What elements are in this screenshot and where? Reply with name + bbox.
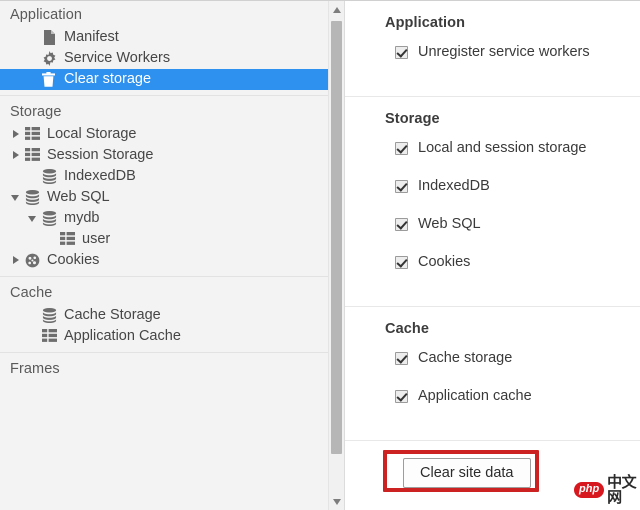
sidebar-item-label: Manifest [64, 29, 119, 45]
sidebar-item-user[interactable]: user [0, 229, 338, 250]
checkbox-checked-icon[interactable] [395, 142, 408, 155]
option-label: Application cache [418, 388, 532, 404]
sidebar-item-label: mydb [64, 210, 100, 226]
sidebar-item-cache-storage[interactable]: Cache Storage [0, 305, 338, 326]
sidebar-item-web-sql[interactable]: Web SQL [0, 187, 338, 208]
database-icon [41, 208, 61, 229]
sidebar-item-label: Cache Storage [64, 307, 161, 323]
tree-group-divider [0, 276, 338, 277]
twisty-closed-icon[interactable] [10, 145, 24, 166]
option-label: Cookies [418, 254, 471, 270]
checkbox-checked-icon[interactable] [395, 390, 408, 403]
option-application-cache[interactable]: Application cache [385, 386, 640, 407]
clear-site-data-button[interactable]: Clear site data [403, 458, 531, 488]
twisty-closed-icon[interactable] [10, 124, 24, 145]
option-local-and-session-storage[interactable]: Local and session storage [385, 138, 640, 159]
option-label: IndexedDB [418, 178, 490, 194]
checkbox-checked-icon[interactable] [395, 180, 408, 193]
sidebar-item-label: Session Storage [47, 147, 154, 163]
tree-group-title-frames: Frames [10, 361, 60, 377]
scrollbar-thumb[interactable] [331, 21, 342, 454]
document-icon [41, 27, 61, 48]
twisty-closed-icon[interactable] [10, 250, 24, 271]
checkbox-checked-icon[interactable] [395, 256, 408, 269]
sidebar-scrollbar[interactable] [328, 1, 344, 510]
watermark-text: 中文网 [607, 473, 637, 506]
application-sidebar: Application Manifest Service Workers Clear … [0, 1, 344, 510]
section-title: Storage [385, 111, 440, 127]
section-storage: Storage Local and session storage IndexedD… [345, 97, 640, 306]
gear-icon [41, 48, 61, 69]
option-indexeddb[interactable]: IndexedDB [385, 176, 640, 197]
option-unregister-service-workers[interactable]: Unregister service workers [385, 42, 640, 63]
tree-group-divider [0, 95, 338, 96]
section-title: Application [385, 15, 466, 31]
option-label: Web SQL [418, 216, 481, 232]
sidebar-item-label: Cookies [47, 252, 100, 268]
table-icon [41, 326, 61, 347]
sidebar-item-mydb[interactable]: mydb [0, 208, 338, 229]
sidebar-item-label: Web SQL [47, 189, 110, 205]
sidebar-item-local-storage[interactable]: Local Storage [0, 124, 338, 145]
sidebar-item-label: Clear storage [64, 71, 152, 87]
sidebar-item-manifest[interactable]: Manifest [0, 27, 338, 48]
tree-group-divider [0, 352, 338, 353]
clear-storage-detail-panel: Application Unregister service workers Sto… [344, 1, 640, 510]
option-web-sql[interactable]: Web SQL [385, 214, 640, 235]
trash-icon [41, 69, 61, 90]
cookie-icon [24, 250, 44, 271]
tree-group-title-application: Application [10, 7, 83, 23]
database-icon [24, 187, 44, 208]
sidebar-item-label: Local Storage [47, 126, 137, 142]
checkbox-checked-icon[interactable] [395, 352, 408, 365]
option-cache-storage[interactable]: Cache storage [385, 348, 640, 369]
tree-group-title-cache: Cache [10, 285, 53, 301]
sidebar-item-label: Application Cache [64, 328, 181, 344]
watermark-php-badge: php [574, 482, 605, 498]
table-icon [24, 145, 44, 166]
sidebar-item-clear-storage[interactable]: Clear storage [0, 69, 338, 90]
table-icon [24, 124, 44, 145]
sidebar-item-application-cache[interactable]: Application Cache [0, 326, 338, 347]
twisty-open-icon[interactable] [27, 208, 41, 229]
sidebar-item-service-workers[interactable]: Service Workers [0, 48, 338, 69]
sidebar-item-label: user [82, 231, 111, 247]
devtools-application-panel: Application Manifest Service Workers Clear … [0, 0, 640, 510]
sidebar-item-session-storage[interactable]: Session Storage [0, 145, 338, 166]
sidebar-item-indexeddb[interactable]: IndexedDB [0, 166, 338, 187]
option-label: Local and session storage [418, 140, 587, 156]
option-cookies[interactable]: Cookies [385, 252, 640, 273]
checkbox-checked-icon[interactable] [395, 218, 408, 231]
section-title: Cache [385, 321, 430, 337]
database-icon [41, 166, 61, 187]
option-label: Cache storage [418, 350, 513, 366]
twisty-open-icon[interactable] [10, 187, 24, 208]
sidebar-item-label: Service Workers [64, 50, 171, 66]
tree-group-title-storage: Storage [10, 104, 62, 120]
sidebar-tree[interactable]: Application Manifest Service Workers Clear … [0, 1, 338, 510]
clear-storage-options: Application Unregister service workers Sto… [345, 1, 640, 440]
table-icon [59, 229, 79, 250]
scroll-up-arrow-icon[interactable] [329, 1, 344, 18]
option-label: Unregister service workers [418, 44, 590, 60]
section-cache: Cache Cache storage Application cache [345, 307, 640, 440]
database-icon [41, 305, 61, 326]
sidebar-item-label: IndexedDB [64, 168, 136, 184]
section-application: Application Unregister service workers [345, 1, 640, 96]
checkbox-checked-icon[interactable] [395, 46, 408, 59]
sidebar-item-cookies[interactable]: Cookies [0, 250, 338, 271]
watermark: php 中文网 [574, 475, 640, 505]
scroll-down-arrow-icon[interactable] [329, 493, 344, 510]
